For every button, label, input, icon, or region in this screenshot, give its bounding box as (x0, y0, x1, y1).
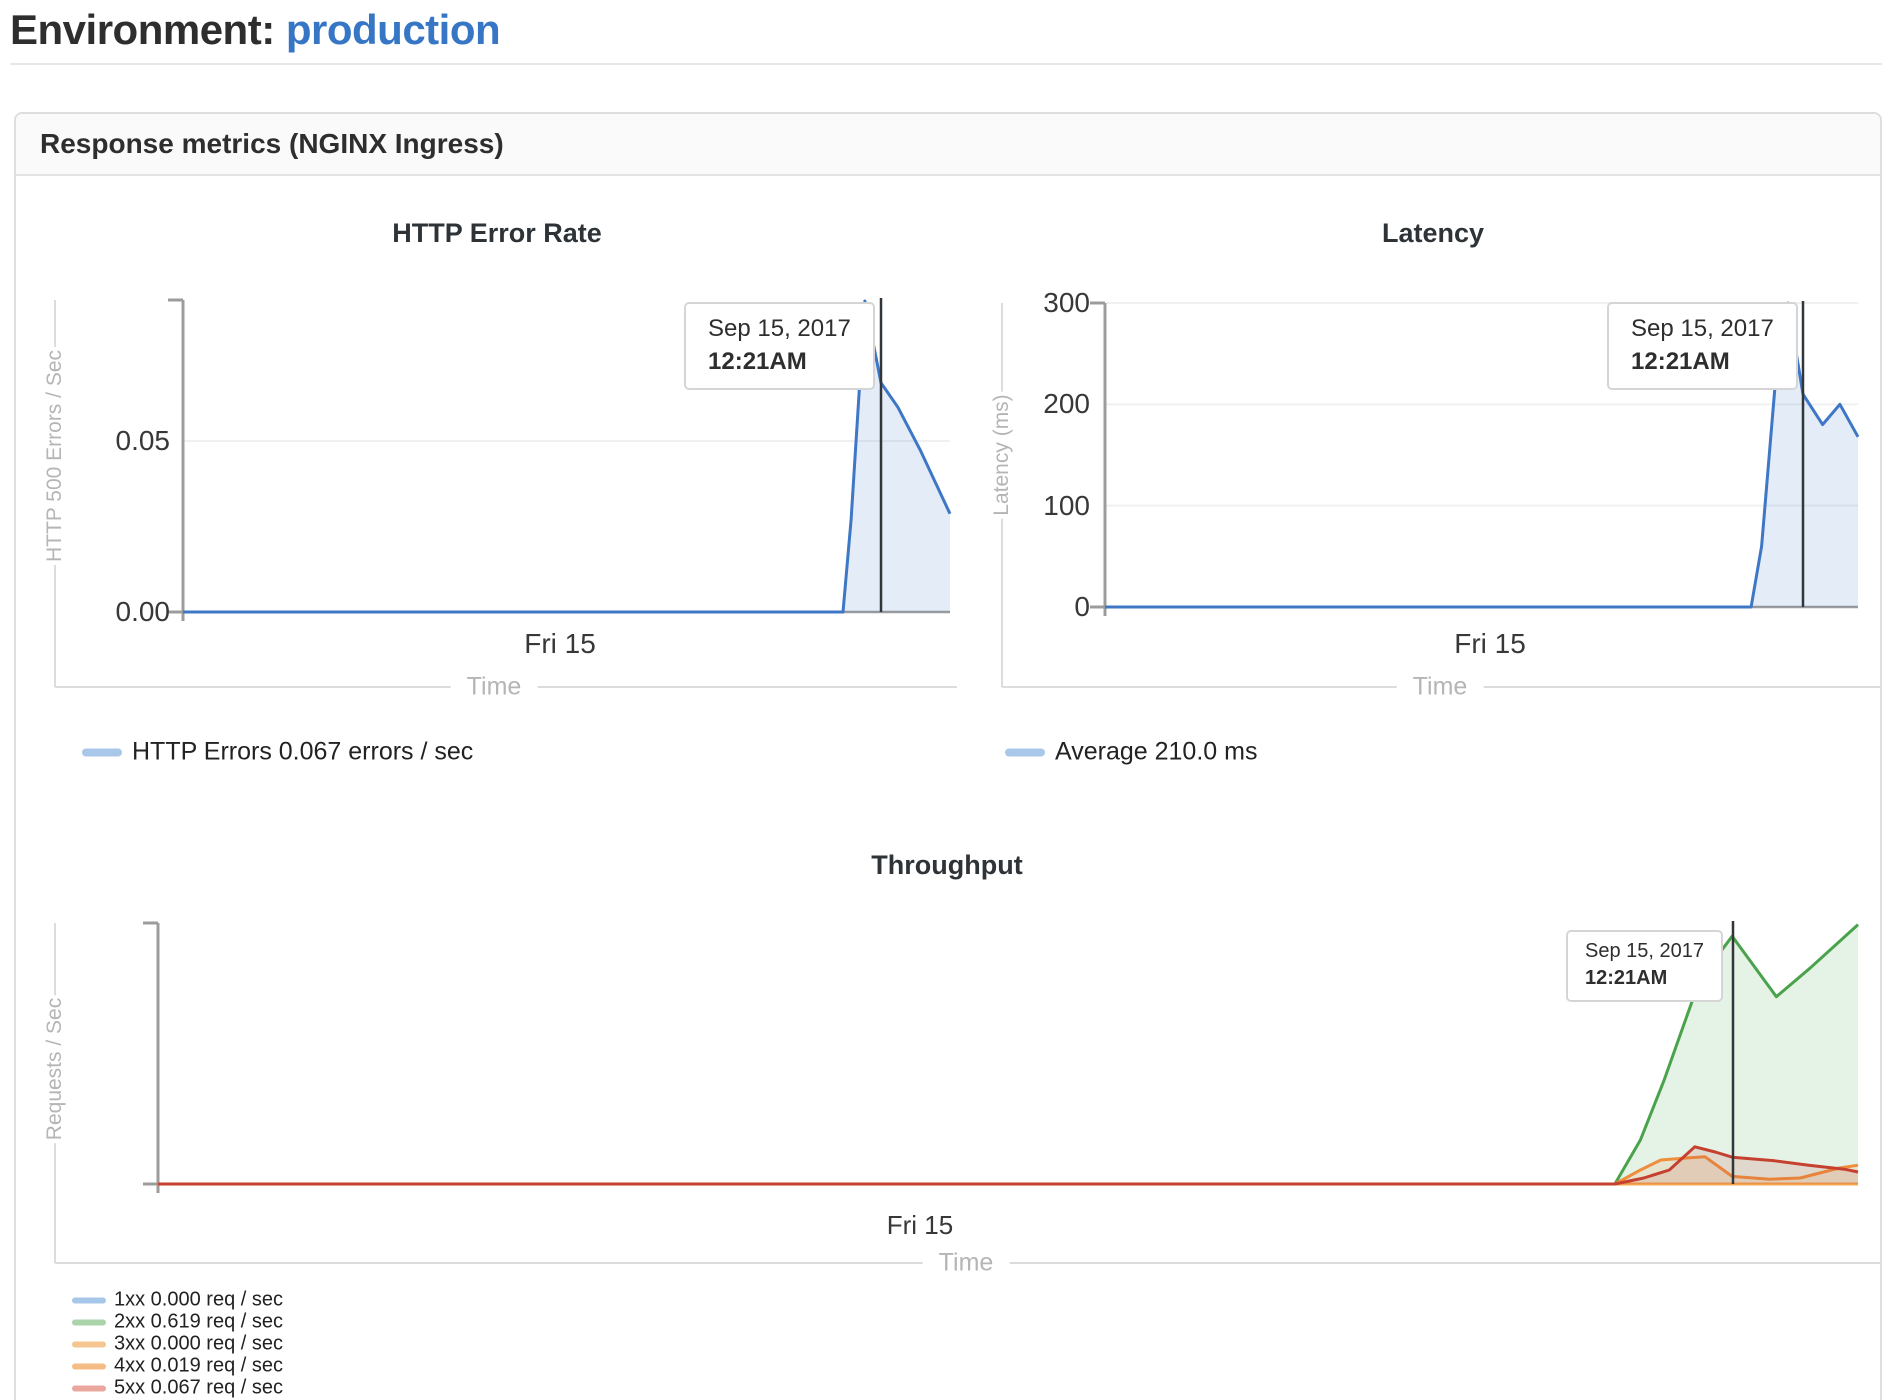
response-metrics-panel: Response metrics (NGINX Ingress) HTTP Er… (14, 112, 1882, 1400)
tooltip-latency: Sep 15, 201712:21AM (1607, 302, 1798, 390)
x-tick-error-rate: Fri 15 (524, 628, 596, 660)
series-line-4xx (158, 1157, 1858, 1184)
legend-label: Average 210.0 ms (1055, 738, 1257, 767)
y-tick-0.05: 0.05 (60, 425, 170, 457)
x-tick-throughput: Fri 15 (887, 1210, 953, 1241)
legend-swatch (72, 1297, 106, 1303)
tooltip-time: 12:21AM (1585, 965, 1704, 992)
legend-swatch (72, 1319, 106, 1325)
x-axis-label-latency: Time (1397, 671, 1484, 704)
legend-item-3xx: 3xx 0.000 req / sec (72, 1333, 283, 1356)
legend-swatch (72, 1385, 106, 1391)
legend-swatch (82, 748, 122, 756)
tooltip-time: 12:21AM (1631, 345, 1774, 378)
charts-canvas[interactable] (0, 0, 1892, 1400)
tooltip-date: Sep 15, 2017 (1585, 938, 1704, 965)
y-tick-200: 200 (980, 388, 1090, 420)
legend-label: 1xx 0.000 req / sec (114, 1289, 283, 1312)
y-tick-0.00: 0.00 (60, 596, 170, 628)
legend-item-2xx: 2xx 0.619 req / sec (72, 1311, 283, 1334)
legend-swatch (72, 1363, 106, 1369)
x-tick-latency: Fri 15 (1454, 628, 1526, 660)
chart-title-throughput: Throughput (871, 850, 1022, 881)
legend-label: 5xx 0.067 req / sec (114, 1377, 283, 1400)
series-area-5xx (158, 1147, 1858, 1184)
chart-title-latency: Latency (1382, 218, 1484, 249)
legend-swatch (72, 1341, 106, 1347)
series-line-5xx (158, 1147, 1858, 1184)
x-axis-label-throughput: Time (923, 1247, 1010, 1280)
y-tick-0: 0 (980, 591, 1090, 623)
legend-item-http: HTTP Errors 0.067 errors / sec (82, 738, 473, 767)
legend-label: HTTP Errors 0.067 errors / sec (132, 738, 473, 767)
tooltip-date: Sep 15, 2017 (1631, 312, 1774, 345)
y-tick-100: 100 (980, 490, 1090, 522)
legend-item-5xx: 5xx 0.067 req / sec (72, 1377, 283, 1400)
x-axis-label-error-rate: Time (451, 671, 538, 704)
y-axis-label-throughput: Requests / Sec (33, 995, 77, 1143)
legend-item-average: Average 210.0 ms (1005, 738, 1257, 767)
legend-label: 4xx 0.019 req / sec (114, 1355, 283, 1378)
series-area-4xx (158, 1157, 1858, 1184)
tooltip-error-rate: Sep 15, 201712:21AM (684, 302, 875, 390)
legend-item-4xx: 4xx 0.019 req / sec (72, 1355, 283, 1378)
tooltip-time: 12:21AM (708, 345, 851, 378)
charts-area: HTTP Error RateHTTP 500 Errors / SecTime… (0, 0, 1892, 1400)
tooltip-date: Sep 15, 2017 (708, 312, 851, 345)
legend-label: 3xx 0.000 req / sec (114, 1333, 283, 1356)
legend-item-1xx: 1xx 0.000 req / sec (72, 1289, 283, 1312)
y-tick-300: 300 (980, 287, 1090, 319)
chart-title-error-rate: HTTP Error Rate (392, 218, 602, 249)
legend-swatch (1005, 748, 1045, 756)
legend-label: 2xx 0.619 req / sec (114, 1311, 283, 1334)
tooltip-throughput: Sep 15, 201712:21AM (1566, 930, 1723, 1002)
